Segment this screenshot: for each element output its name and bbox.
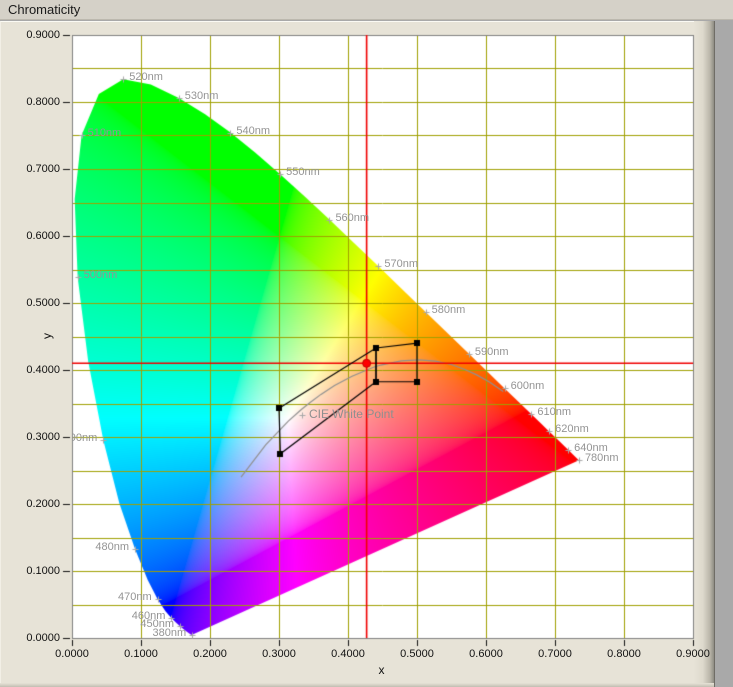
x-tick-label: 0.5000: [385, 648, 449, 660]
y-tick-label: 0.7000: [0, 163, 60, 175]
x-tick-label: 0.2000: [178, 648, 242, 660]
x-tick-label: 0.1000: [109, 648, 173, 660]
x-tick-label: 0.3000: [247, 648, 311, 660]
x-tick-label: 0.7000: [523, 648, 587, 660]
y-tick-label: 0.6000: [0, 230, 60, 242]
y-axis-title: y: [40, 333, 54, 339]
x-tick-label: 0.8000: [592, 648, 656, 660]
y-tick-label: 0.4000: [0, 364, 60, 376]
y-tick-label: 0.9000: [0, 29, 60, 41]
y-tick-label: 0.5000: [0, 297, 60, 309]
y-tick-label: 0.8000: [0, 96, 60, 108]
y-tick-label: 0.2000: [0, 498, 60, 510]
chromaticity-window: Chromaticity 510nm520nm530nm540nm550nm56…: [0, 0, 733, 687]
x-tick-label: 0.6000: [454, 648, 518, 660]
x-tick-label: 0.0000: [40, 648, 104, 660]
y-tick-label: 0.3000: [0, 431, 60, 443]
x-axis-title: x: [379, 663, 385, 677]
chromaticity-plot-canvas[interactable]: [0, 0, 733, 687]
y-tick-label: 0.0000: [0, 632, 60, 644]
x-tick-label: 0.4000: [316, 648, 380, 660]
y-tick-label: 0.1000: [0, 565, 60, 577]
x-tick-label: 0.9000: [661, 648, 725, 660]
